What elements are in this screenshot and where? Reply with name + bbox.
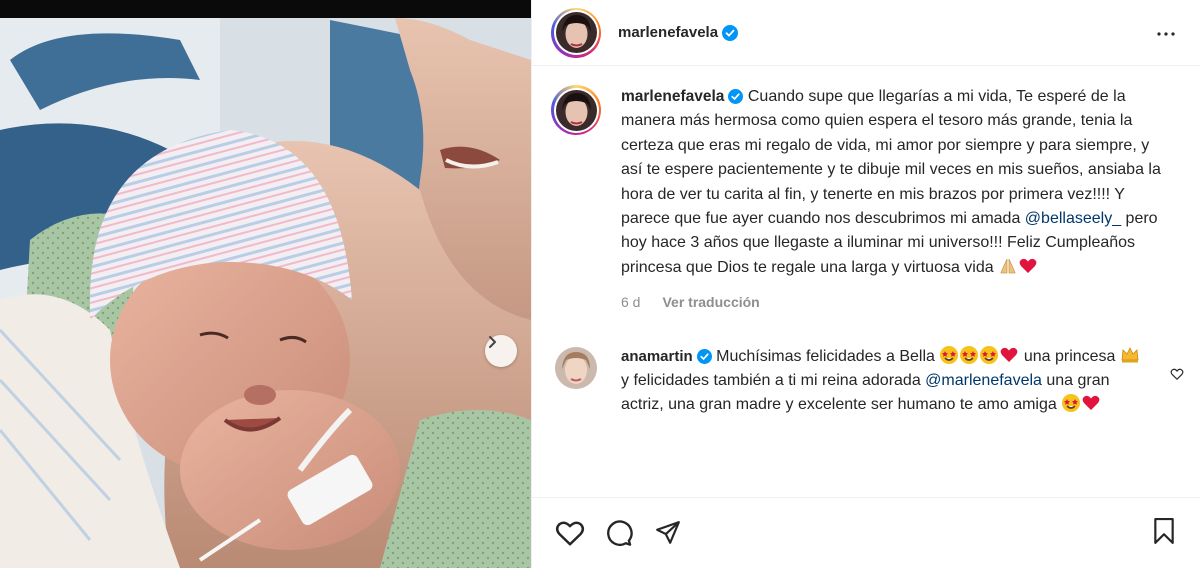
praying-hands-icon xyxy=(1000,258,1016,274)
comment-text: anamartin Muchísimas felicidades a Bella… xyxy=(621,345,1141,418)
caption-username[interactable]: marlenefavela xyxy=(621,88,724,105)
comment-text-part-3: y felicidades también a ti mi reina ador… xyxy=(621,372,926,390)
commenter-avatar[interactable] xyxy=(555,346,597,389)
verified-badge-icon xyxy=(728,89,744,105)
author-avatar[interactable] xyxy=(551,7,601,58)
star-struck-emoji-icon xyxy=(960,345,979,364)
newborn-photo-illustration xyxy=(0,0,531,568)
carousel-next-button[interactable] xyxy=(485,335,517,367)
chevron-right-icon xyxy=(489,336,496,348)
red-heart-icon xyxy=(1082,396,1100,411)
share-icon xyxy=(656,521,680,544)
photo-top-bar xyxy=(0,0,531,18)
avatar-photo xyxy=(555,12,597,53)
post-actions-bar xyxy=(532,497,1200,568)
red-heart-icon xyxy=(1000,347,1018,362)
commenter-username[interactable]: anamartin xyxy=(621,348,693,365)
post-side-panel: marlenefavela marlenefavela Cuando supe … xyxy=(531,0,1200,568)
avatar-photo xyxy=(555,89,597,131)
see-translation-link[interactable]: Ver traducción xyxy=(662,290,759,314)
heart-icon xyxy=(555,521,585,546)
caption-text: marlenefavela Cuando supe que llegarías … xyxy=(621,85,1171,280)
crown-icon xyxy=(1121,346,1139,363)
comment-item: anamartin Muchísimas felicidades a Bella… xyxy=(532,327,1200,418)
comment-mention-link[interactable]: @marlenefavela xyxy=(925,372,1042,389)
caption-mention-link[interactable]: @bellaseely_ xyxy=(1025,210,1121,227)
comment-text-part-1: Muchísimas felicidades a Bella xyxy=(716,347,940,365)
caption-body: marlenefavela Cuando supe que llegarías … xyxy=(621,85,1171,315)
share-button[interactable] xyxy=(653,518,683,548)
comment-like-heart-icon[interactable] xyxy=(1170,367,1184,381)
post-age: 6 d xyxy=(621,294,641,311)
red-heart-icon xyxy=(1019,258,1037,273)
more-horizontal-icon[interactable] xyxy=(1154,22,1178,46)
star-struck-emoji-icon xyxy=(1062,394,1081,413)
like-button[interactable] xyxy=(555,518,585,548)
caption-text-part-1: Cuando supe que llegarías a mi vida, Te … xyxy=(621,88,1161,228)
bookmark-icon xyxy=(1154,517,1174,544)
save-button[interactable] xyxy=(1151,516,1181,546)
post-header: marlenefavela xyxy=(532,0,1200,66)
caption-meta: 6 d Ver traducción xyxy=(621,290,1171,314)
comment-icon xyxy=(607,520,633,546)
avatar-photo xyxy=(555,346,597,389)
post-photo[interactable] xyxy=(0,0,531,568)
author-username[interactable]: marlenefavela xyxy=(618,24,718,41)
star-struck-emoji-icon xyxy=(940,345,959,364)
comments-list[interactable]: marlenefavela Cuando supe que llegarías … xyxy=(532,67,1200,497)
post-caption: marlenefavela Cuando supe que llegarías … xyxy=(532,67,1200,315)
verified-badge-icon xyxy=(696,348,712,364)
comment-button[interactable] xyxy=(604,518,634,548)
verified-badge-icon xyxy=(722,24,739,41)
comment-text-part-2: una princesa xyxy=(1019,347,1120,365)
caption-author-avatar[interactable] xyxy=(551,85,601,135)
star-struck-emoji-icon xyxy=(980,345,999,364)
